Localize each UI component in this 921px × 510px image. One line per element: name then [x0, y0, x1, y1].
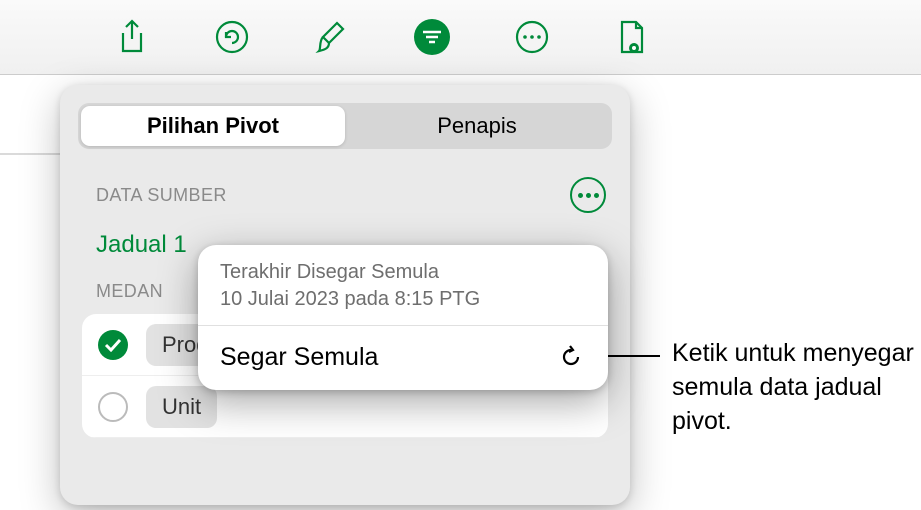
sheet-edge [0, 75, 60, 155]
format-button[interactable] [308, 13, 356, 61]
organize-button[interactable] [408, 13, 456, 61]
segmented-control: Pilihan Pivot Penapis [78, 103, 612, 149]
document-view-icon [616, 18, 648, 56]
source-data-title: DATA SUMBER [96, 185, 227, 206]
source-data-header: DATA SUMBER [78, 167, 612, 223]
callout-text: Ketik untuk menyegar semula data jadual … [672, 337, 921, 438]
more-icon [514, 19, 550, 55]
tab-pivot-options[interactable]: Pilihan Pivot [81, 106, 345, 146]
refresh-button[interactable]: Segar Semula [198, 326, 608, 390]
undo-button[interactable] [208, 13, 256, 61]
more-button[interactable] [508, 13, 556, 61]
unchecked-circle-icon[interactable] [98, 392, 128, 422]
refresh-popover: Terakhir Disegar Semula 10 Julai 2023 pa… [198, 245, 608, 390]
last-refreshed-label: Terakhir Disegar Semula [220, 259, 586, 286]
organize-icon [413, 18, 451, 56]
share-icon [117, 19, 147, 55]
source-data-more-button[interactable] [570, 177, 606, 213]
document-view-button[interactable] [608, 13, 656, 61]
checkmark-icon[interactable] [98, 330, 128, 360]
tab-filters[interactable]: Penapis [345, 106, 609, 146]
last-refreshed-info: Terakhir Disegar Semula 10 Julai 2023 pa… [198, 245, 608, 326]
field-pill[interactable]: Unit [146, 386, 217, 428]
undo-icon [214, 19, 250, 55]
toolbar [0, 0, 921, 75]
refresh-icon [556, 342, 586, 372]
brush-icon [315, 19, 349, 55]
refresh-button-label: Segar Semula [220, 343, 378, 372]
share-button[interactable] [108, 13, 156, 61]
last-refreshed-value: 10 Julai 2023 pada 8:15 PTG [220, 286, 586, 313]
